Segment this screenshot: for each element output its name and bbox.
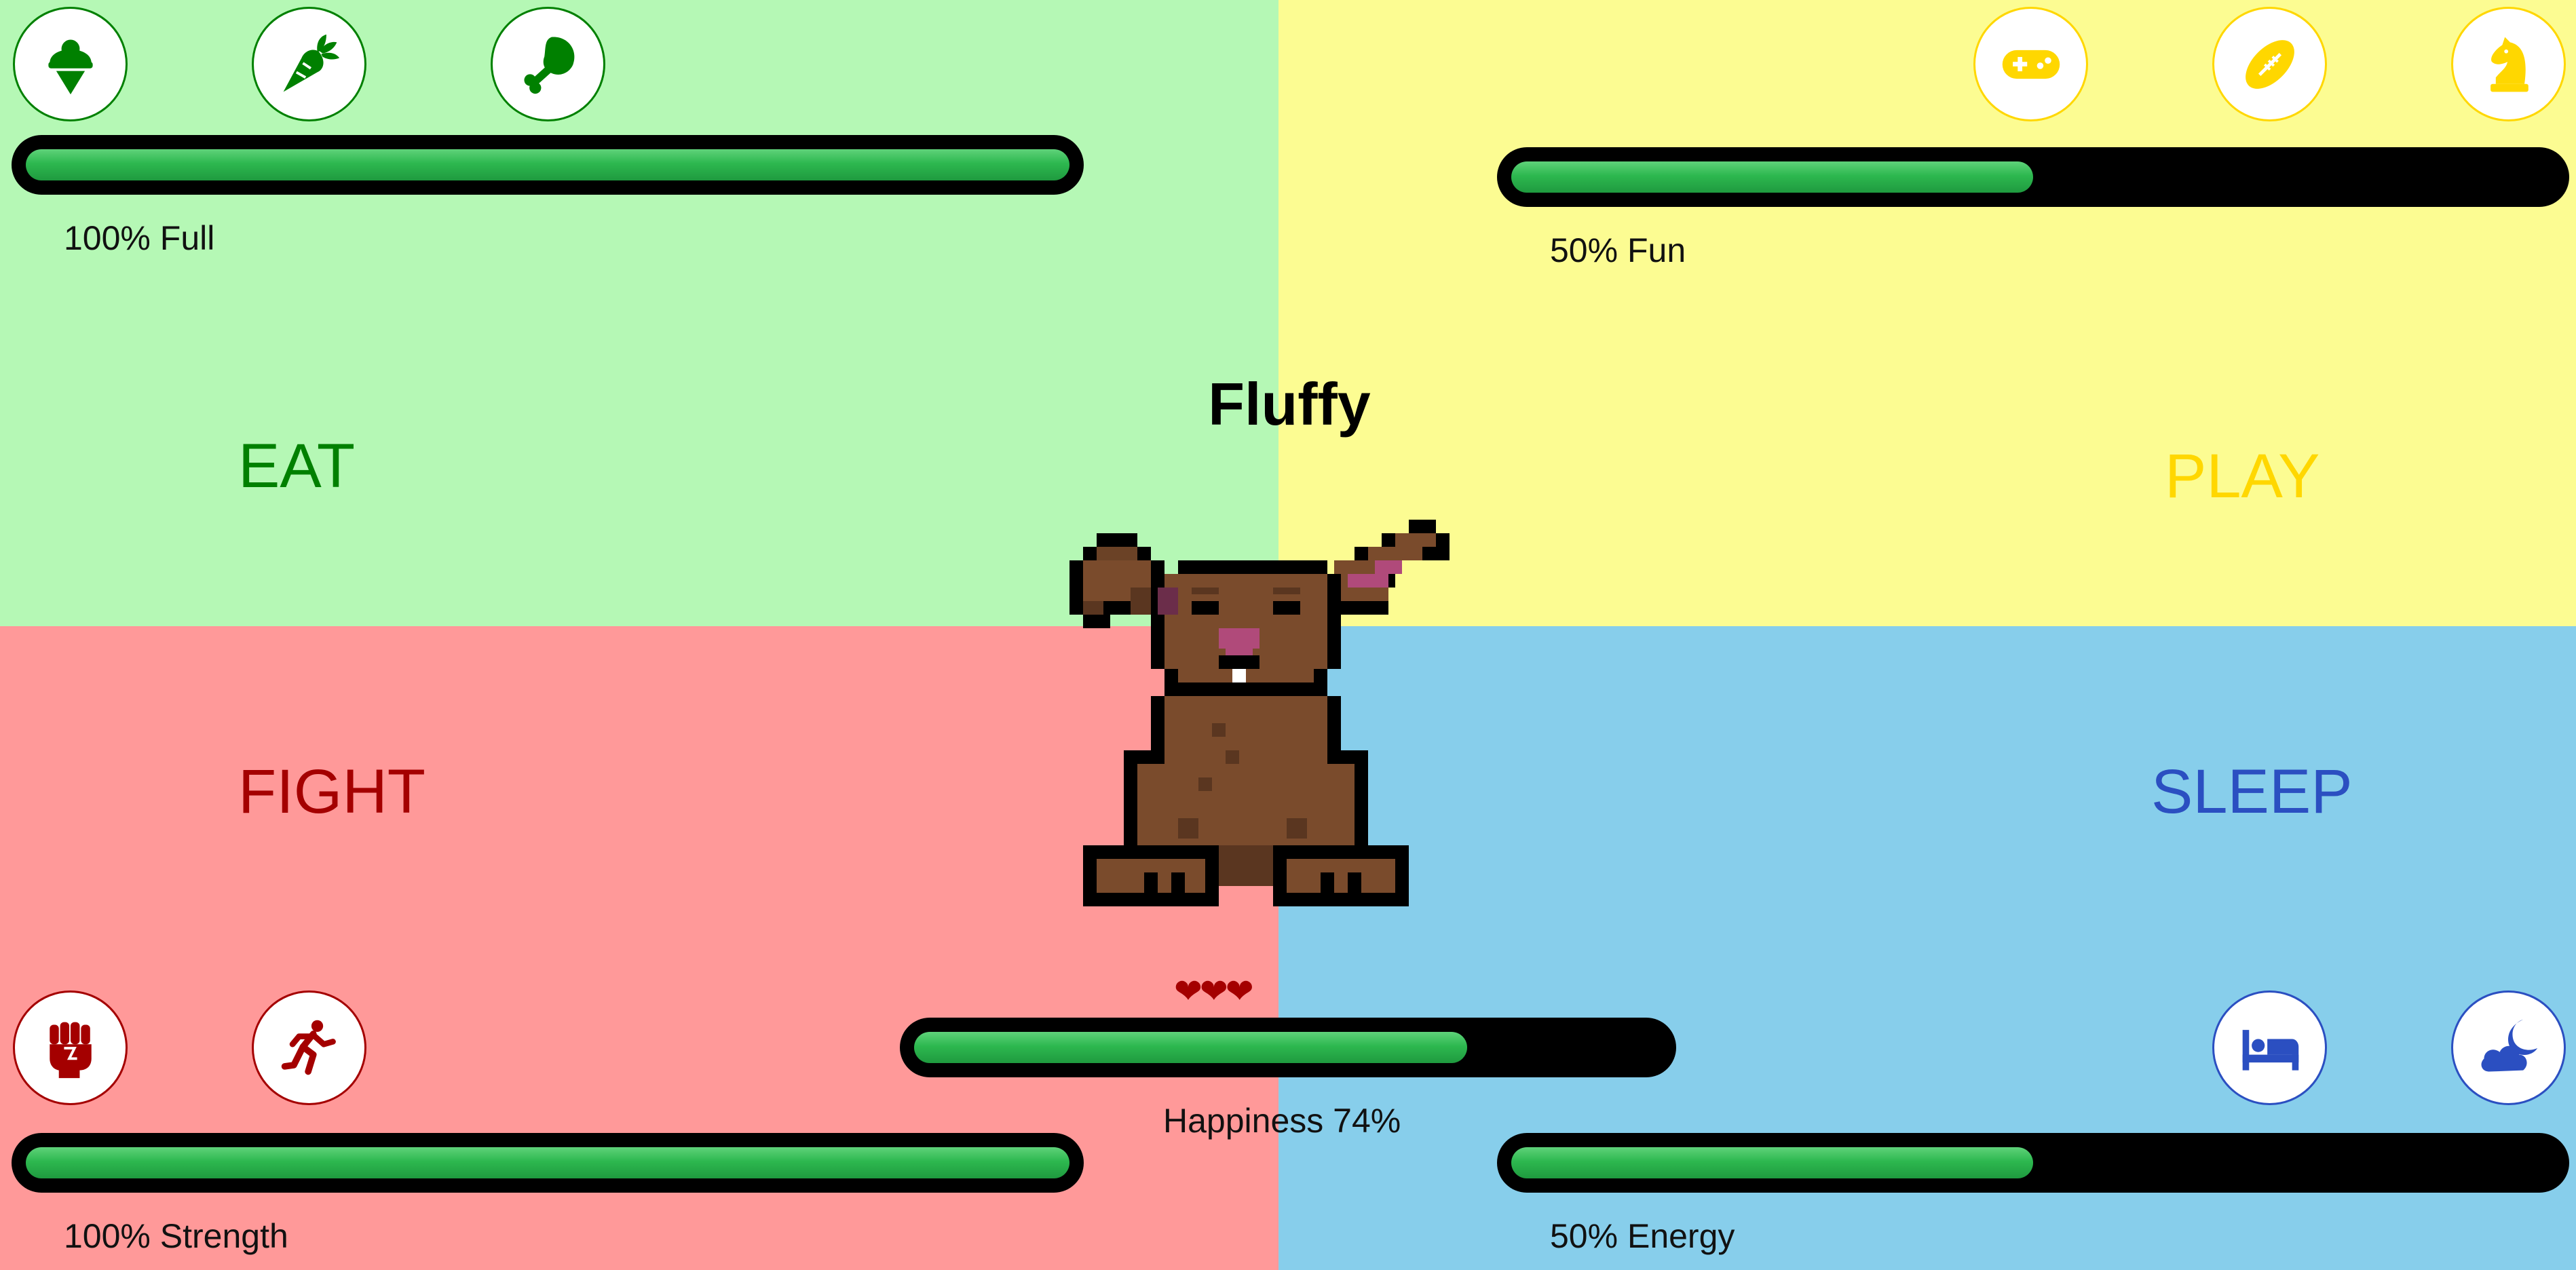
ice-cream-button[interactable] (13, 7, 128, 121)
bed-button[interactable] (2212, 990, 2327, 1105)
play-label[interactable]: PLAY (2165, 441, 2319, 512)
happiness-bar (900, 1018, 1676, 1077)
gamepad-button[interactable] (1973, 7, 2088, 121)
fullness-label: 100% Full (64, 219, 215, 257)
football-button[interactable] (2212, 7, 2327, 121)
carrot-button[interactable] (252, 7, 366, 121)
bunny-left-ear (1069, 533, 1164, 628)
sleep-label[interactable]: SLEEP (2151, 756, 2353, 828)
energy-label: 50% Energy (1550, 1217, 1735, 1255)
ice-cream-icon (48, 39, 93, 94)
energy-bar-fill (1511, 1147, 2033, 1178)
strength-label: 100% Strength (64, 1217, 288, 1255)
cloud-moon-icon (2481, 1019, 2537, 1072)
fun-bar-fill (1511, 161, 2033, 193)
fullness-bar (12, 135, 1084, 195)
gamepad-icon (2002, 50, 2060, 79)
fun-bar (1497, 147, 2569, 207)
energy-bar (1497, 1133, 2569, 1193)
happiness-bar-fill (914, 1032, 1468, 1063)
cloud-moon-button[interactable] (2451, 990, 2566, 1105)
strength-bar (12, 1133, 1084, 1193)
football-icon (2245, 39, 2294, 89)
fist-icon (49, 1022, 92, 1078)
chess-knight-icon (2490, 37, 2528, 92)
drumstick-icon (523, 37, 574, 94)
carrot-icon (283, 34, 339, 92)
bunny-pet[interactable] (1063, 520, 1497, 906)
running-button[interactable] (252, 990, 366, 1105)
bed-icon (2242, 1029, 2298, 1071)
eat-label[interactable]: EAT (238, 431, 355, 502)
bunny-body (1083, 696, 1409, 906)
fun-label: 50% Fun (1550, 231, 1686, 269)
pet-name: Fluffy (1208, 370, 1371, 438)
bunny-head (1151, 560, 1341, 696)
fight-label[interactable]: FIGHT (238, 756, 425, 828)
chess-knight-button[interactable] (2451, 7, 2566, 121)
happiness-label: Happiness 74% (1163, 1102, 1401, 1140)
fist-button[interactable] (13, 990, 128, 1105)
strength-bar-fill (26, 1147, 1069, 1178)
running-icon (281, 1020, 336, 1075)
hearts: ❤❤❤ (1174, 972, 1254, 1010)
drumstick-button[interactable] (491, 7, 605, 121)
fullness-bar-fill (26, 149, 1069, 180)
